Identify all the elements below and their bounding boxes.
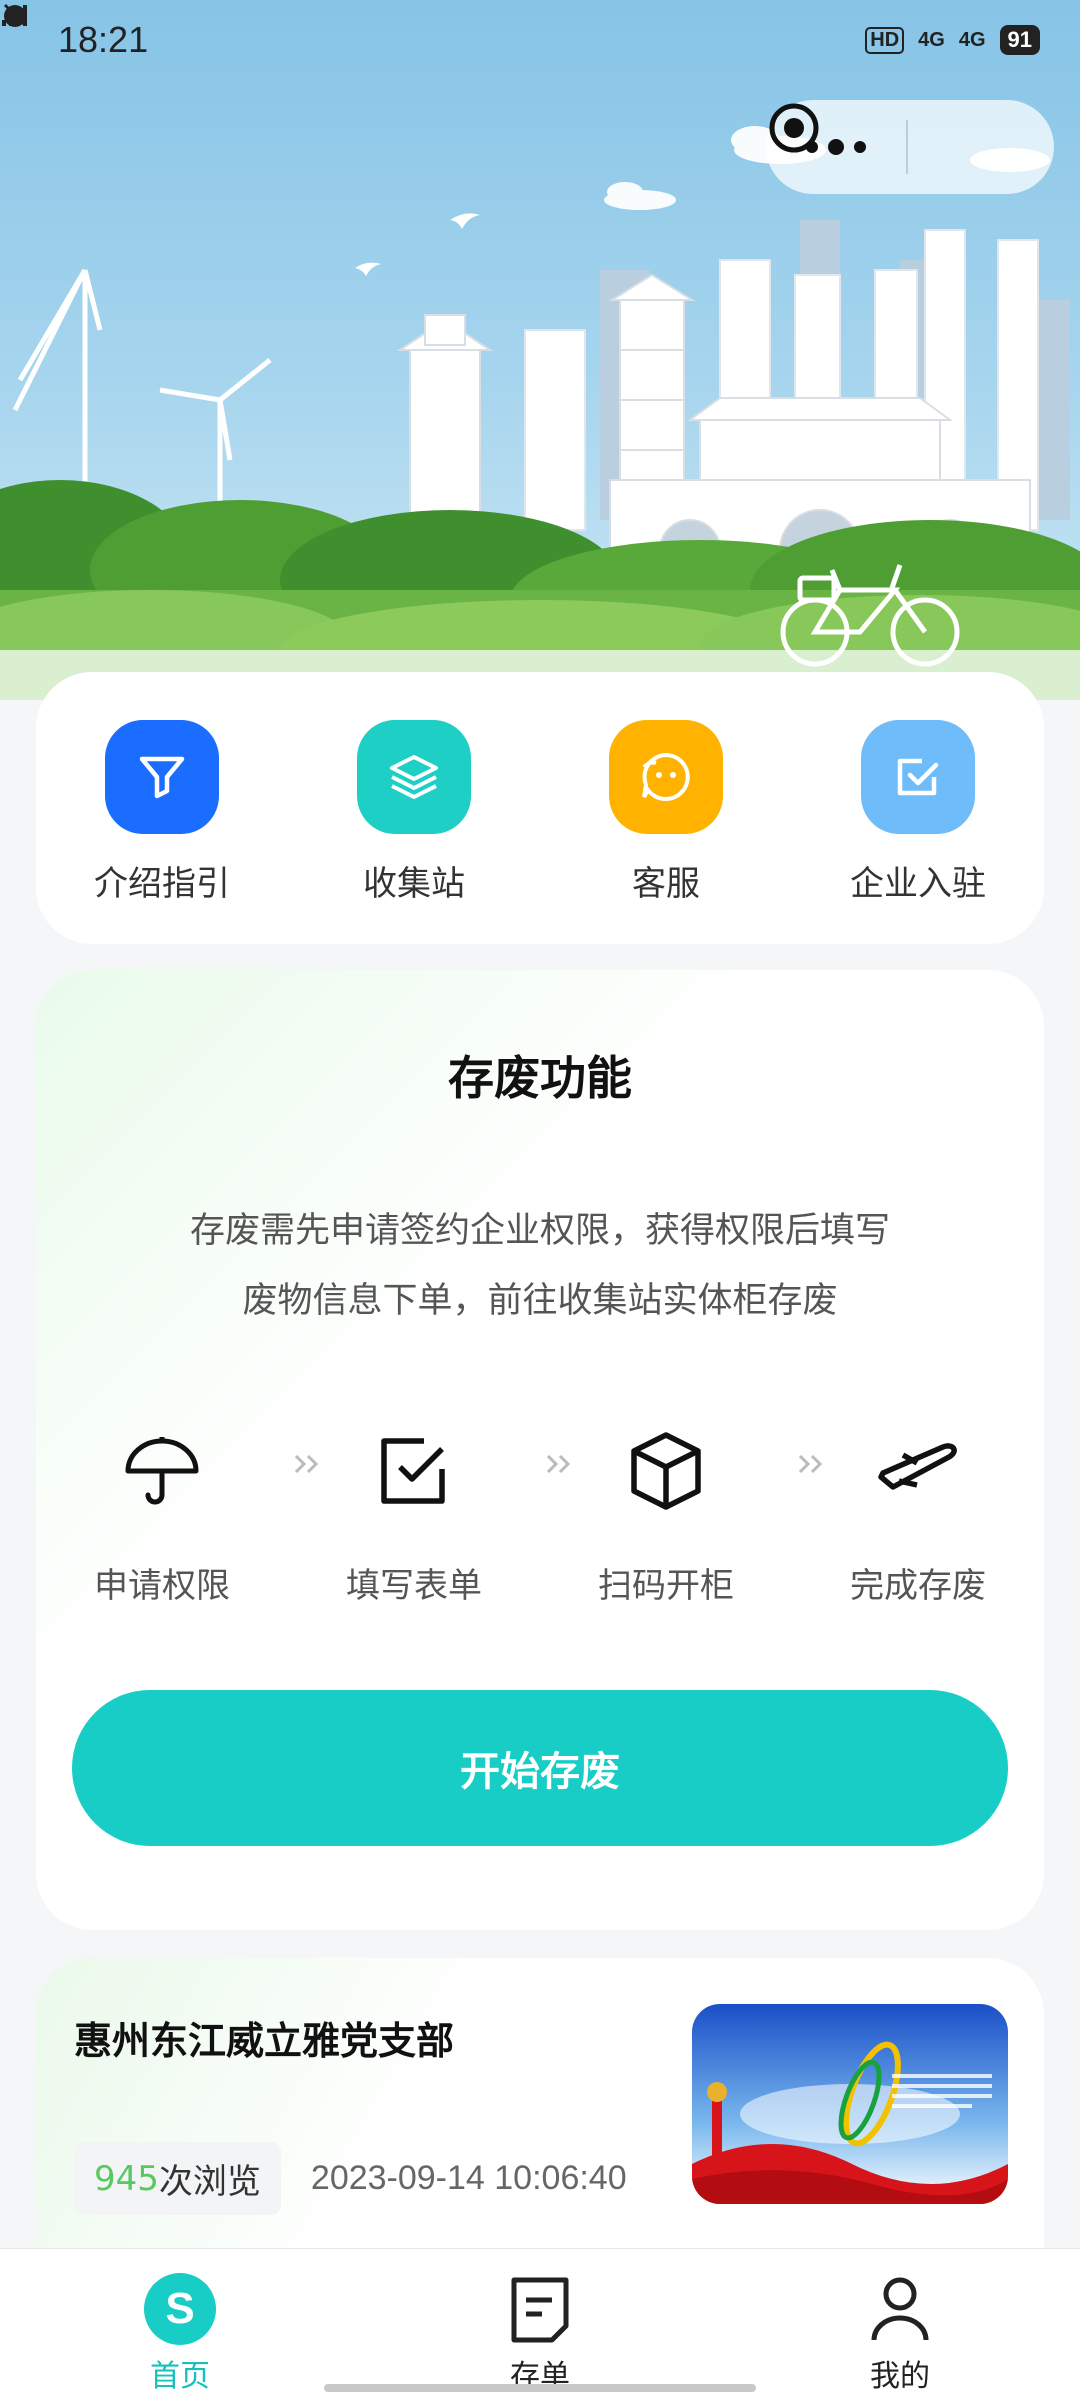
smile-chat-icon xyxy=(609,720,723,834)
checkbox-icon xyxy=(861,720,975,834)
quick-label: 介绍指引 xyxy=(94,864,230,904)
news-title: 惠州东江威立雅党支部 xyxy=(74,2019,455,2063)
deposit-function-card: 存废功能 存废需先申请签约企业权限，获得权限后填写 废物信息下单，前往收集站实体… xyxy=(36,970,1044,1930)
step-label: 扫码开柜 xyxy=(598,1566,734,1606)
quick-item-service[interactable]: 客服 xyxy=(556,720,776,905)
layers-icon xyxy=(357,720,471,834)
function-title: 存废功能 xyxy=(448,1051,632,1105)
plane-icon xyxy=(873,1426,963,1516)
views-badge: 945 次浏览 xyxy=(74,2142,281,2215)
quick-label: 客服 xyxy=(632,864,700,904)
tab-label: 我的 xyxy=(870,2359,930,2394)
news-meta: 945 次浏览 2023-09-14 10:06:40 xyxy=(74,2142,627,2215)
target-close-icon[interactable] xyxy=(769,100,1054,194)
signal-4g-icon: 4G xyxy=(918,28,945,51)
filter-icon xyxy=(105,720,219,834)
document-icon xyxy=(502,2271,578,2347)
miniprogram-capsule xyxy=(766,100,1054,194)
quick-menu: 介绍指引 收集站 客服 企业入驻 xyxy=(36,672,1044,944)
quick-item-intro[interactable]: 介绍指引 xyxy=(52,720,272,905)
quick-item-enterprise[interactable]: 企业入驻 xyxy=(808,720,1028,905)
box-icon xyxy=(621,1426,711,1516)
tab-label: 首页 xyxy=(150,2359,210,2394)
tab-home[interactable]: S 首页 xyxy=(80,2249,280,2400)
umbrella-icon xyxy=(117,1426,207,1516)
views-count: 945 xyxy=(94,2158,159,2199)
status-time: 18:21 xyxy=(58,19,149,60)
step-label: 填写表单 xyxy=(346,1566,482,1606)
quick-label: 企业入驻 xyxy=(850,864,986,904)
tab-orders[interactable]: 存单 xyxy=(440,2249,640,2400)
signal-bars-icon xyxy=(2,5,27,26)
step-scan-open: 扫码开柜 xyxy=(566,1426,766,1607)
step-label: 完成存废 xyxy=(850,1566,986,1606)
svg-text:S: S xyxy=(165,2284,194,2333)
battery-indicator: 91 xyxy=(999,25,1040,55)
quick-item-station[interactable]: 收集站 xyxy=(304,720,524,905)
hd-icon: HD xyxy=(865,26,905,54)
news-date: 2023-09-14 10:06:40 xyxy=(310,2159,627,2197)
status-icons: HD 4G 4G 91 xyxy=(2,3,1040,55)
hero-banner: 18:21 HD 4G 4G 91 xyxy=(0,0,1080,700)
step-complete: 完成存废 xyxy=(818,1426,1018,1607)
status-bar: 18:21 HD 4G 4G 91 xyxy=(0,0,1080,80)
views-suffix: 次浏览 xyxy=(158,2162,261,2202)
step-flow: 申请权限 填写表单 扫码开柜 完成存废 xyxy=(36,1426,1044,1626)
quick-label: 收集站 xyxy=(363,864,465,904)
step-fill-form: 填写表单 xyxy=(314,1426,514,1607)
home-s-icon: S xyxy=(142,2271,218,2347)
news-card[interactable]: 惠州东江威立雅党支部 945 次浏览 2023-09-14 10:06:40 xyxy=(36,1958,1044,2248)
bottom-tab-bar: S 首页 存单 我的 xyxy=(0,2248,1080,2400)
function-description: 存废需先申请签约企业权限，获得权限后填写 废物信息下单，前往收集站实体柜存废 xyxy=(126,1196,954,1336)
edit-check-icon xyxy=(369,1426,459,1516)
user-icon xyxy=(862,2271,938,2347)
home-indicator[interactable] xyxy=(324,2384,756,2392)
step-label: 申请权限 xyxy=(94,1566,230,1606)
party-banner-image xyxy=(692,2004,1008,2204)
signal-4g-icon: 4G xyxy=(958,28,986,51)
start-deposit-button[interactable]: 开始存废 xyxy=(72,1690,1008,1846)
tab-mine[interactable]: 我的 xyxy=(800,2249,1000,2400)
step-apply-permission: 申请权限 xyxy=(62,1426,262,1607)
function-desc-line: 废物信息下单，前往收集站实体柜存废 xyxy=(242,1281,838,1321)
function-desc-line: 存废需先申请签约企业权限，获得权限后填写 xyxy=(189,1211,890,1251)
